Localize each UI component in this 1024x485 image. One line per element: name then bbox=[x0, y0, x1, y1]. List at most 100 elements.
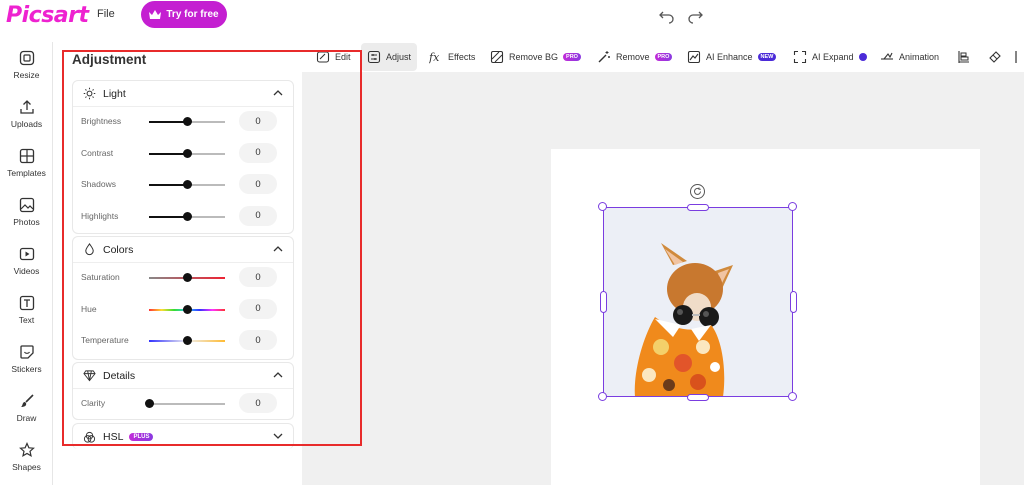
rail-label: Resize bbox=[13, 70, 40, 80]
slider-knob[interactable] bbox=[183, 180, 192, 189]
more-tool[interactable] bbox=[1012, 43, 1024, 71]
chevron-up-icon[interactable] bbox=[273, 245, 283, 253]
eraser-tool[interactable] bbox=[982, 43, 1008, 71]
file-menu[interactable]: File bbox=[97, 8, 115, 20]
brightness-value[interactable]: 0 bbox=[239, 111, 277, 131]
resize-handle-top-left[interactable] bbox=[598, 202, 607, 211]
contrast-row: Contrast 0 bbox=[73, 139, 293, 171]
slider-knob[interactable] bbox=[183, 273, 192, 282]
clarity-value[interactable]: 0 bbox=[239, 393, 277, 413]
resize-handle-right[interactable] bbox=[790, 291, 797, 313]
try-for-free-button[interactable]: Try for free bbox=[141, 1, 227, 28]
more-tools-icon bbox=[1015, 51, 1017, 63]
rail-item-stickers[interactable]: Stickers bbox=[0, 344, 53, 374]
rail-item-resize[interactable]: Resize bbox=[0, 50, 53, 80]
rail-item-draw[interactable]: Draw bbox=[0, 393, 53, 423]
shadows-value[interactable]: 0 bbox=[239, 174, 277, 194]
hsl-section-header[interactable]: HSL PLUS bbox=[73, 424, 293, 450]
rail-label: Shapes bbox=[12, 462, 41, 472]
slider-knob[interactable] bbox=[183, 211, 192, 221]
hue-slider[interactable] bbox=[149, 304, 225, 314]
picsart-logo[interactable]: Picsart bbox=[6, 3, 89, 28]
redo-icon[interactable] bbox=[686, 6, 704, 24]
contrast-slider[interactable] bbox=[149, 148, 225, 158]
hue-value[interactable]: 0 bbox=[239, 298, 277, 319]
undo-icon[interactable] bbox=[658, 6, 676, 24]
effects-tool[interactable]: fx Effects bbox=[423, 43, 481, 71]
highlights-value[interactable]: 0 bbox=[239, 205, 277, 226]
slider-knob[interactable] bbox=[145, 399, 154, 408]
slider-knob[interactable] bbox=[183, 148, 192, 158]
rail-item-videos[interactable]: Videos bbox=[0, 246, 53, 276]
panel-title: Adjustment bbox=[72, 52, 147, 67]
text-icon bbox=[19, 295, 34, 311]
enhance-icon bbox=[687, 50, 701, 64]
details-section-header[interactable]: Details bbox=[73, 363, 293, 389]
slider-knob[interactable] bbox=[183, 117, 192, 126]
temperature-label: Temperature bbox=[81, 335, 129, 345]
rail-item-shapes[interactable]: Shapes bbox=[0, 442, 53, 472]
slider-knob[interactable] bbox=[183, 304, 192, 314]
adjust-label: Adjust bbox=[386, 52, 412, 62]
rail-item-photos[interactable]: Photos bbox=[0, 197, 53, 227]
brush-icon bbox=[20, 394, 34, 407]
templates-icon bbox=[19, 148, 34, 164]
left-rail: Resize Uploads Templates Photos Videos T… bbox=[0, 42, 53, 485]
contrast-label: Contrast bbox=[81, 147, 114, 158]
saturation-slider[interactable] bbox=[149, 273, 225, 282]
rail-item-templates[interactable]: Templates bbox=[0, 148, 53, 178]
animation-tool[interactable]: Animation bbox=[874, 43, 945, 71]
brightness-slider[interactable] bbox=[149, 117, 225, 126]
resize-handle-top[interactable] bbox=[687, 204, 709, 211]
resize-handle-left[interactable] bbox=[600, 291, 607, 313]
light-section-header[interactable]: Light bbox=[73, 81, 293, 107]
align-icon bbox=[958, 51, 969, 63]
resize-handle-bottom[interactable] bbox=[687, 394, 709, 401]
ai-expand-tool[interactable]: AI Expand bbox=[787, 43, 873, 71]
rail-item-uploads[interactable]: Uploads bbox=[0, 99, 53, 129]
effects-label: Effects bbox=[448, 52, 476, 62]
chevron-up-icon[interactable] bbox=[273, 371, 283, 379]
temperature-slider[interactable] bbox=[149, 336, 225, 345]
shadows-row: Shadows 0 bbox=[73, 170, 293, 202]
rail-item-text[interactable]: Text bbox=[0, 295, 53, 325]
brightness-row: Brightness 0 bbox=[73, 107, 293, 139]
align-tool[interactable] bbox=[951, 43, 977, 71]
chevron-up-icon[interactable] bbox=[273, 89, 283, 97]
resize-icon bbox=[19, 50, 34, 66]
remove-tool[interactable]: Remove PRO bbox=[591, 43, 678, 71]
brightness-label: Brightness bbox=[81, 116, 122, 126]
eraser-icon bbox=[989, 51, 1001, 63]
colors-section: Colors Saturation 0 Hue 0 Temperature 0 bbox=[72, 236, 294, 360]
colors-section-header[interactable]: Colors bbox=[73, 237, 293, 263]
slider-knob[interactable] bbox=[183, 336, 192, 345]
resize-handle-top-right[interactable] bbox=[788, 202, 797, 211]
resize-handle-bottom-left[interactable] bbox=[598, 392, 607, 401]
selection-box[interactable] bbox=[603, 207, 793, 397]
light-section: Light Brightness 0 Contrast 0 Shadows 0 … bbox=[72, 80, 294, 234]
remove-label: Remove bbox=[616, 52, 650, 62]
remove-bg-tool[interactable]: Remove BG PRO bbox=[484, 43, 587, 71]
shadows-slider[interactable] bbox=[149, 180, 225, 189]
rail-label: Videos bbox=[13, 266, 40, 276]
rail-label: Photos bbox=[13, 217, 40, 227]
saturation-value[interactable]: 0 bbox=[239, 267, 277, 287]
ai-enhance-tool[interactable]: AI Enhance NEW bbox=[681, 43, 782, 71]
droplet-icon bbox=[85, 243, 94, 256]
details-section: Details Clarity 0 bbox=[72, 362, 294, 420]
chevron-down-icon[interactable] bbox=[273, 432, 283, 440]
highlights-slider[interactable] bbox=[149, 211, 225, 221]
hue-row: Hue 0 bbox=[73, 295, 293, 327]
star-icon bbox=[18, 442, 35, 457]
top-bar: Picsart File Try for free bbox=[0, 0, 1024, 30]
contrast-value[interactable]: 0 bbox=[239, 142, 277, 163]
video-icon bbox=[19, 247, 34, 261]
adjust-tool[interactable]: Adjust bbox=[361, 43, 418, 71]
edit-icon bbox=[316, 51, 330, 63]
animation-label: Animation bbox=[899, 52, 940, 62]
edit-tool[interactable]: Edit bbox=[310, 43, 357, 71]
rotate-handle[interactable] bbox=[690, 184, 705, 199]
resize-handle-bottom-right[interactable] bbox=[788, 392, 797, 401]
temperature-value[interactable]: 0 bbox=[239, 330, 277, 350]
clarity-slider[interactable] bbox=[145, 399, 225, 408]
